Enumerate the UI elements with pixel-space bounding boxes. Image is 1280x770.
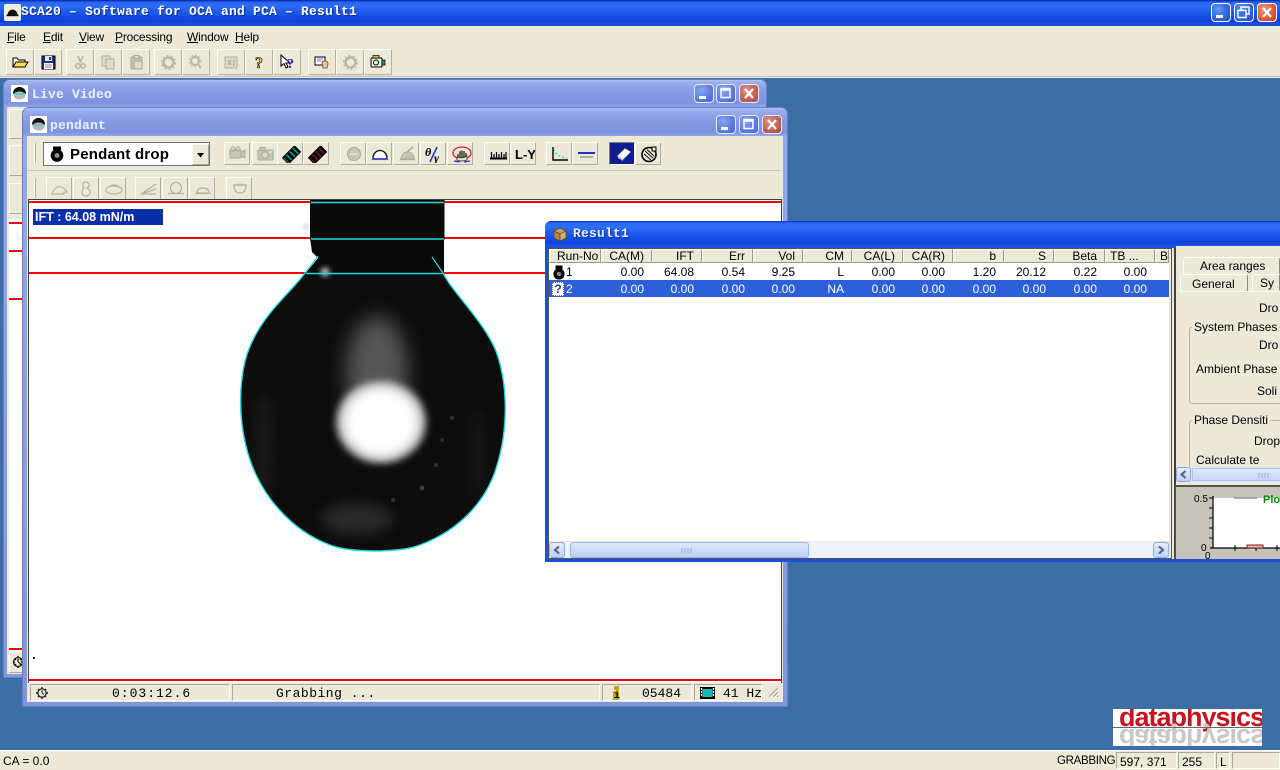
svg-text:θ: θ [425,146,432,159]
svg-text:0.5: 0.5 [1194,494,1208,505]
svg-text:0: 0 [1205,551,1211,559]
svg-text:Plo: Plo [1263,494,1280,506]
svg-text:L-Y: L-Y [515,147,535,162]
svg-text:?: ? [287,57,294,71]
svg-text:?: ? [255,55,263,71]
svg-text:γ: γ [434,151,439,163]
svg-text:i: i [614,690,620,700]
